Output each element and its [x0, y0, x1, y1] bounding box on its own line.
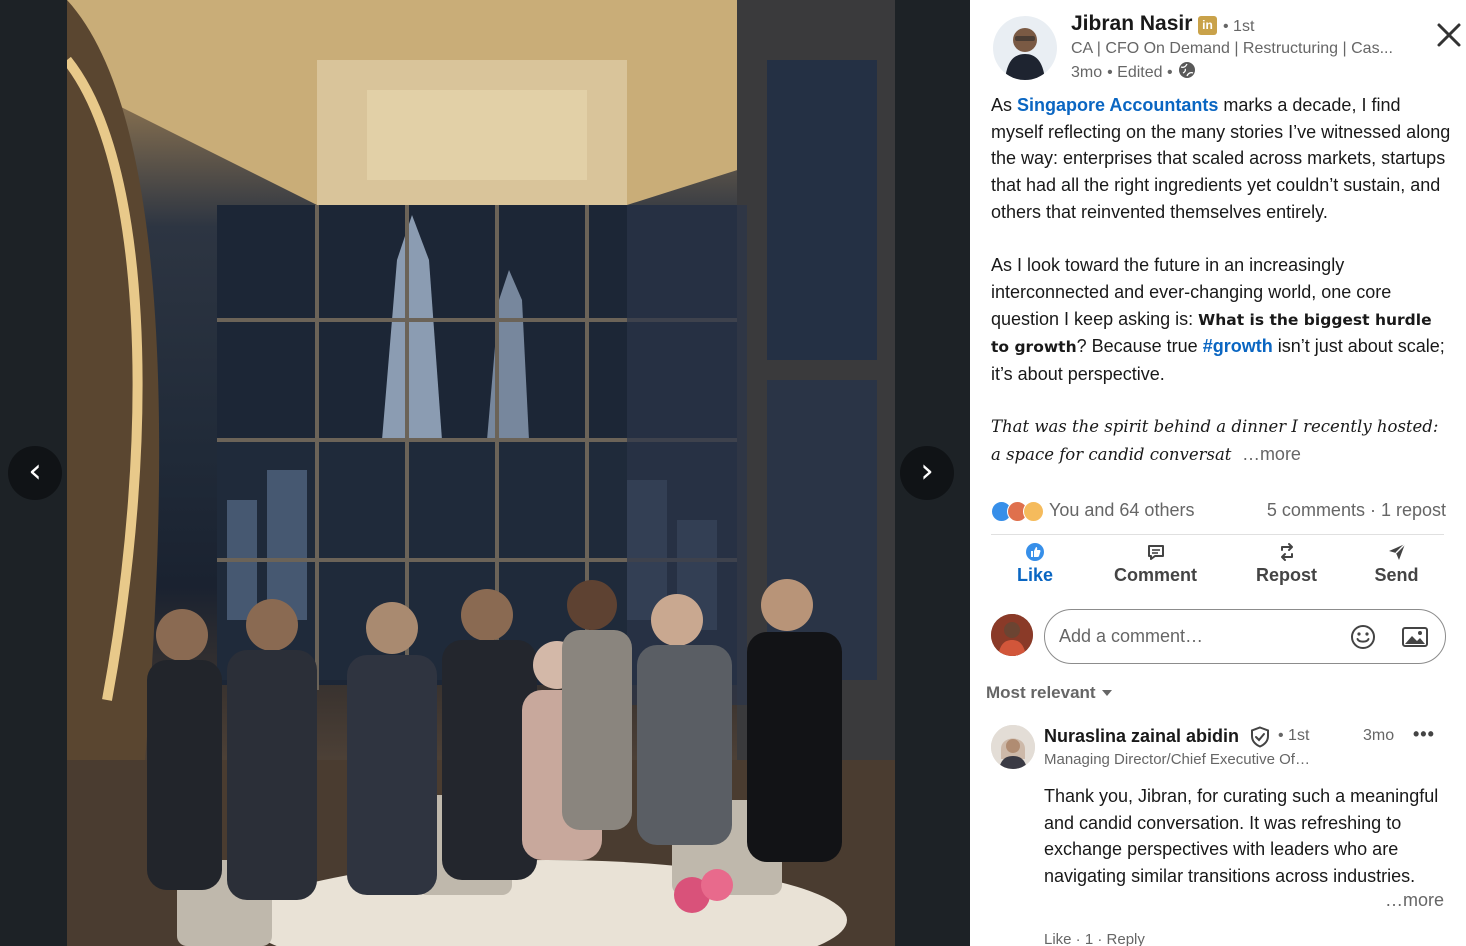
commenter-degree: • 1st — [1278, 727, 1310, 744]
repost-button[interactable]: Repost — [1249, 542, 1324, 586]
action-bar: Like Comment Repost Send — [991, 542, 1451, 598]
comment-label: Comment — [1113, 565, 1197, 585]
photo-illustration — [67, 0, 895, 946]
comment-body: Thank you, Jibran, for curating such a m… — [1044, 786, 1439, 887]
post-details-panel: Jibran Nasir in • 1st CA | CFO On Demand… — [970, 0, 1466, 946]
commenter-name[interactable]: Nuraslina zainal abidin — [1044, 726, 1239, 747]
send-label: Send — [1374, 565, 1419, 585]
see-more-link[interactable]: …more — [1242, 444, 1301, 464]
globe-icon — [1178, 61, 1196, 84]
add-comment-input[interactable]: Add a comment… — [1044, 609, 1446, 664]
verified-shield-icon — [1250, 726, 1270, 748]
like-icon — [1026, 543, 1044, 561]
commenter-headline: Managing Director/Chief Executive Of… — [1044, 751, 1310, 768]
author-headline: CA | CFO On Demand | Restructuring | Cas… — [1071, 40, 1393, 57]
comment-icon — [1147, 545, 1164, 560]
post-time: 3mo — [1071, 63, 1103, 81]
sort-label: Most relevant — [986, 683, 1096, 702]
media-viewer: ‹ › — [0, 0, 970, 946]
comment-placeholder: Add a comment… — [1059, 626, 1204, 646]
caret-down-icon — [1101, 690, 1112, 696]
insightful-icon — [1023, 501, 1044, 522]
repost-label: Repost — [1255, 565, 1317, 585]
like-label: Like — [1016, 565, 1054, 585]
reactions-bar: You and 64 others 5 comments · 1 repost — [991, 498, 1446, 526]
send-icon — [1388, 543, 1405, 560]
post-meta: 3mo • Edited • — [1071, 61, 1196, 84]
like-button[interactable]: Like — [996, 542, 1074, 586]
author-name[interactable]: Jibran Nasir — [1071, 12, 1192, 36]
previous-photo-button[interactable]: ‹ — [8, 446, 62, 500]
comment-time: 3mo — [1363, 727, 1395, 744]
author-avatar[interactable] — [993, 16, 1057, 80]
emoji-icon[interactable] — [1349, 623, 1377, 651]
divider — [991, 534, 1444, 535]
reaction-count[interactable]: You and 64 others — [1049, 500, 1194, 521]
company-mention-link[interactable]: Singapore Accountants — [1017, 95, 1218, 115]
current-user-avatar — [991, 614, 1033, 656]
comments-reposts-count[interactable]: 5 comments · 1 repost — [1267, 500, 1446, 521]
close-icon[interactable] — [1436, 22, 1462, 48]
hashtag-growth-link[interactable]: #growth — [1203, 336, 1273, 356]
next-photo-button[interactable]: › — [900, 446, 954, 500]
linkedin-premium-icon: in — [1198, 16, 1217, 35]
comment-button[interactable]: Comment — [1108, 542, 1203, 586]
send-button[interactable]: Send — [1369, 542, 1424, 586]
connection-degree: • 1st — [1223, 18, 1255, 35]
commenter-avatar[interactable] — [991, 725, 1035, 769]
comment-options-button[interactable]: ••• — [1413, 724, 1435, 745]
post-text-segment: ? Because true — [1076, 336, 1203, 357]
image-icon[interactable] — [1401, 623, 1429, 651]
post-photo — [67, 0, 895, 946]
comment-footer: Like · 1 · Reply — [1044, 931, 1145, 946]
repost-icon — [1280, 543, 1293, 561]
edited-label: • Edited • — [1107, 63, 1173, 81]
comment-composer: Add a comment… — [991, 609, 1446, 665]
post-text: As Singapore Accountants marks a decade,… — [991, 92, 1453, 469]
comment-see-more-link[interactable]: …more — [1385, 890, 1445, 911]
sort-dropdown[interactable]: Most relevant — [986, 683, 1114, 703]
post-italic-text: That was the spirit behind a dinner I re… — [991, 417, 1439, 465]
post-text-segment: As — [991, 95, 1018, 115]
reaction-icons[interactable] — [991, 501, 1047, 523]
